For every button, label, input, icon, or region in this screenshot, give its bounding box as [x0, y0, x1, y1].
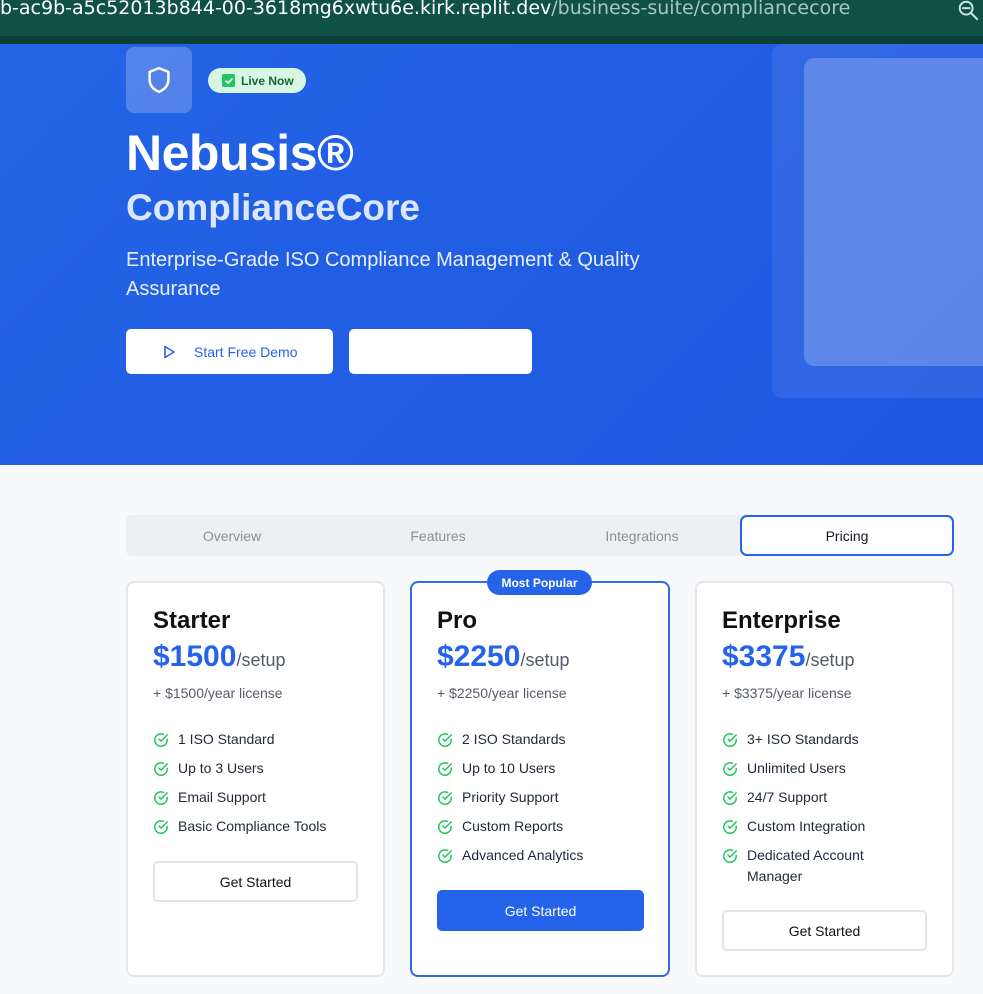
- plan-feature-item: 3+ ISO Standards: [722, 729, 892, 750]
- product-brand-title: Nebusis®: [126, 125, 354, 181]
- plan-name: Enterprise: [722, 607, 841, 634]
- plan-license: + $2250/year license: [437, 685, 567, 701]
- check-circle-icon: [154, 762, 168, 777]
- plan-feature-list: 3+ ISO Standards Unlimited Users 24/7 Supp…: [722, 729, 892, 895]
- plan-feature-label: 1 ISO Standard: [178, 731, 275, 747]
- product-name-title: ComplianceCore: [126, 187, 421, 228]
- check-square-icon: [222, 74, 235, 87]
- check-circle-icon: [154, 820, 168, 835]
- url-host: b-ac9b-a5c52013b844-00-3618mg6xwtu6e.kir…: [0, 0, 552, 19]
- plan-price-amount: $1500: [153, 640, 237, 673]
- plan-feature-label: Custom Reports: [462, 818, 564, 834]
- url-path: /business-suite/compliancecore: [551, 0, 851, 19]
- plan-feature-item: Unlimited Users: [722, 758, 892, 779]
- plan-feature-label: Up to 3 Users: [178, 760, 264, 776]
- section-tabs: Overview Features Integrations Pricing: [126, 515, 954, 556]
- live-status-badge: Live Now: [208, 68, 306, 93]
- plan-price: $2250/setup: [437, 640, 569, 674]
- plan-feature-label: Email Support: [178, 789, 266, 805]
- plan-feature-label: Unlimited Users: [747, 760, 846, 776]
- plan-name: Pro: [437, 607, 478, 634]
- product-tagline: Enterprise-Grade ISO Compliance Manageme…: [126, 249, 640, 300]
- plan-feature-item: 1 ISO Standard: [153, 729, 368, 750]
- plan-card-starter: Starter $1500/setup + $1500/year license…: [126, 581, 385, 977]
- plan-feature-item: 24/7 Support: [722, 787, 892, 808]
- most-popular-badge: Most Popular: [487, 570, 592, 595]
- hero-decoration-panel: [804, 58, 983, 366]
- plan-feature-label: Up to 10 Users: [462, 760, 556, 776]
- secondary-hero-button[interactable]: [349, 329, 532, 374]
- plan-card-enterprise: Enterprise $3375/setup + $3375/year lice…: [695, 581, 954, 977]
- address-bar-divider: [0, 36, 983, 44]
- play-icon: [164, 345, 175, 358]
- check-circle-icon: [438, 762, 452, 777]
- check-circle-icon: [154, 733, 168, 748]
- check-circle-icon: [438, 820, 452, 835]
- plan-license: + $3375/year license: [722, 685, 852, 701]
- check-circle-icon: [723, 733, 737, 748]
- check-circle-icon: [723, 791, 737, 806]
- plan-feature-item: Dedicated Account Manager: [722, 845, 892, 887]
- plan-feature-item: Custom Integration: [722, 816, 892, 837]
- plan-price-unit: /setup: [520, 650, 570, 670]
- plan-feature-label: 24/7 Support: [747, 789, 828, 805]
- plan-feature-item: Basic Compliance Tools: [153, 816, 368, 837]
- plan-feature-item: Advanced Analytics: [437, 845, 652, 866]
- product-icon-tile: [126, 47, 192, 113]
- zoom-out-icon[interactable]: [957, 0, 979, 21]
- plan-price-amount: $3375: [722, 640, 806, 673]
- check-circle-icon: [438, 733, 452, 748]
- live-badge-label: Live Now: [241, 73, 294, 88]
- plan-license: + $1500/year license: [153, 685, 283, 701]
- browser-address-bar[interactable]: b-ac9b-a5c52013b844-00-3618mg6xwtu6e.kir…: [0, 0, 983, 44]
- check-circle-icon: [723, 820, 737, 835]
- plan-price-unit: /setup: [236, 650, 286, 670]
- plan-price: $3375/setup: [722, 640, 854, 674]
- check-circle-icon: [723, 762, 737, 777]
- check-circle-icon: [438, 791, 452, 806]
- shield-icon: [148, 66, 170, 94]
- plan-feature-label: Advanced Analytics: [462, 847, 584, 863]
- plan-feature-item: Up to 3 Users: [153, 758, 368, 779]
- check-circle-icon: [723, 849, 737, 864]
- url-text[interactable]: b-ac9b-a5c52013b844-00-3618mg6xwtu6e.kir…: [0, 0, 850, 19]
- plan-price-unit: /setup: [805, 650, 855, 670]
- plan-feature-label: Priority Support: [462, 789, 559, 805]
- plan-feature-label: Custom Integration: [747, 818, 866, 834]
- tab-features[interactable]: Features: [333, 515, 543, 556]
- plan-card-pro: Pro $2250/setup + $2250/year license 2 I…: [410, 581, 670, 977]
- get-started-button[interactable]: Get Started: [722, 910, 927, 951]
- tab-overview[interactable]: Overview: [126, 515, 338, 556]
- plan-feature-list: 1 ISO Standard Up to 3 Users Email Support…: [153, 729, 368, 845]
- plan-price: $1500/setup: [153, 640, 285, 674]
- plan-feature-item: Up to 10 Users: [437, 758, 652, 779]
- plan-feature-label: 2 ISO Standards: [462, 731, 566, 747]
- tab-pricing[interactable]: Pricing: [740, 515, 954, 556]
- start-demo-button[interactable]: Start Free Demo: [126, 329, 333, 374]
- start-demo-label: Start Free Demo: [194, 343, 298, 360]
- plan-feature-item: Priority Support: [437, 787, 652, 808]
- plan-feature-label: Dedicated Account Manager: [747, 847, 864, 884]
- get-started-button[interactable]: Get Started: [437, 890, 644, 931]
- get-started-button[interactable]: Get Started: [153, 861, 358, 902]
- plan-price-amount: $2250: [437, 640, 521, 673]
- plan-feature-label: 3+ ISO Standards: [747, 731, 859, 747]
- tab-integrations[interactable]: Integrations: [538, 515, 746, 556]
- check-circle-icon: [154, 791, 168, 806]
- plan-feature-item: Email Support: [153, 787, 368, 808]
- plan-feature-item: 2 ISO Standards: [437, 729, 652, 750]
- plan-feature-list: 2 ISO Standards Up to 10 Users Priority Su…: [437, 729, 652, 874]
- plan-feature-item: Custom Reports: [437, 816, 652, 837]
- plan-name: Starter: [153, 607, 231, 634]
- plan-feature-label: Basic Compliance Tools: [178, 818, 327, 834]
- hero-section: Live Now Nebusis® ComplianceCore Enterpr…: [0, 44, 983, 465]
- check-circle-icon: [438, 849, 452, 864]
